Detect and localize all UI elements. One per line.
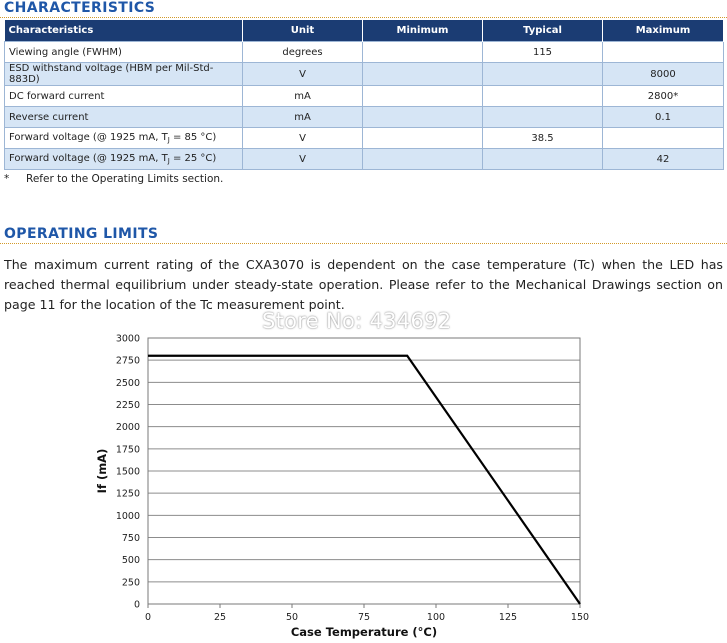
chart-series (148, 354, 581, 605)
x-tick-label: 100 (427, 612, 445, 623)
y-tick-label: 2500 (116, 378, 140, 389)
series-line (148, 354, 581, 605)
chart-gridlines (148, 337, 580, 605)
x-axis-label: Case Temperature (°C) (291, 625, 437, 639)
y-tick-label: 0 (134, 600, 140, 611)
y-tick-label: 1500 (116, 467, 140, 478)
y-tick-label: 1750 (116, 444, 140, 455)
y-tick-label: 500 (122, 555, 140, 566)
x-tick-label: 75 (358, 612, 370, 623)
y-tick-label: 2000 (116, 422, 140, 433)
x-tick-label: 0 (145, 612, 151, 623)
y-tick-label: 750 (122, 533, 140, 544)
x-tick-label: 50 (286, 612, 298, 623)
y-tick-label: 1000 (116, 511, 140, 522)
y-axis-label: If (mA) (95, 449, 109, 494)
x-tick-label: 125 (499, 612, 517, 623)
y-tick-label: 3000 (116, 334, 140, 345)
y-tick-label: 2250 (116, 400, 140, 411)
x-axis-ticks: 0 25 50 75 100 125 150 (145, 604, 589, 623)
y-tick-label: 250 (122, 577, 140, 588)
x-tick-label: 25 (214, 612, 226, 623)
y-tick-label: 2750 (116, 356, 140, 367)
x-tick-label: 150 (571, 612, 589, 623)
y-axis-ticks: 0 250 500 750 1000 1250 1500 1750 2000 2250 2500 27… (116, 334, 140, 611)
y-tick-label: 1250 (116, 489, 140, 500)
store-watermark: Store No: 434692 (262, 309, 452, 333)
